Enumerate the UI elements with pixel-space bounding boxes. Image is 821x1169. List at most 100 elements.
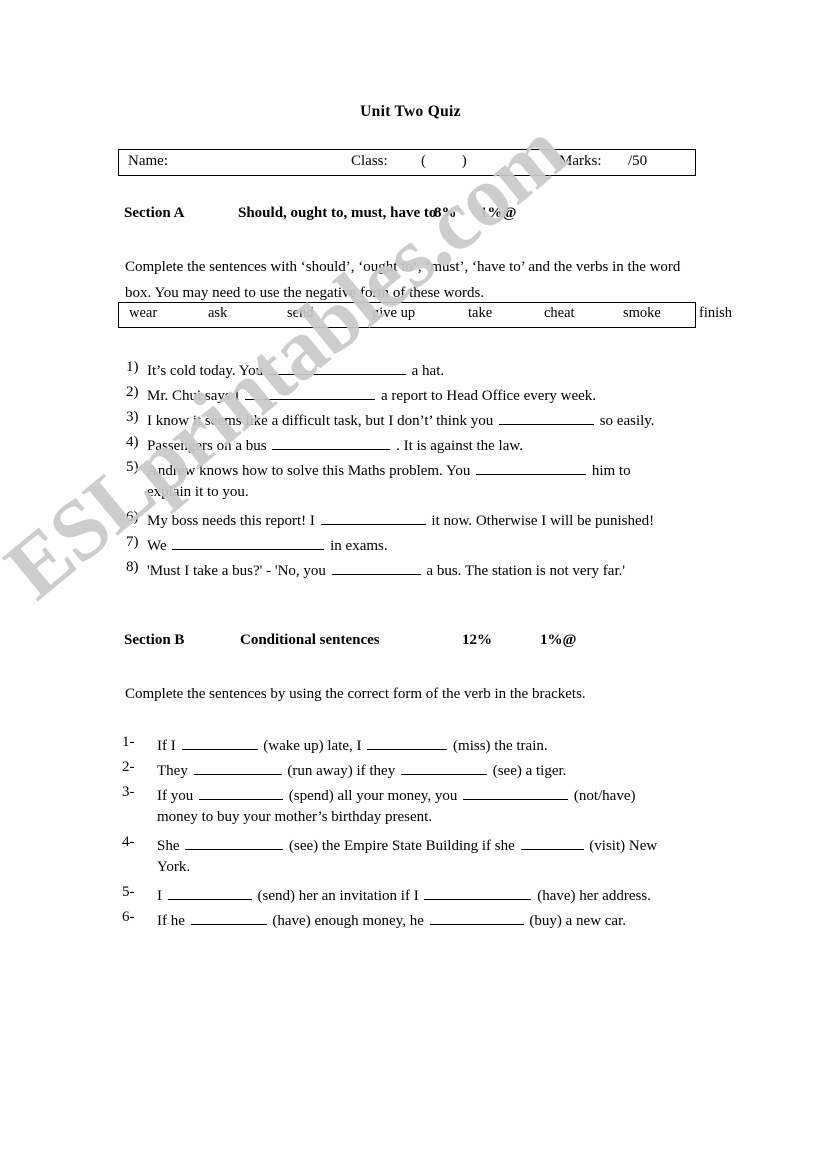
question-text-fragment: (have) her address. (533, 888, 651, 904)
question-text-fragment: money to buy your mother’s birthday pres… (157, 809, 433, 825)
answer-blank[interactable] (268, 359, 406, 375)
marks-label: Marks: (559, 153, 602, 169)
question-text: Mr. Chui says I a report to Head Office … (147, 384, 596, 405)
question-text: Passengers on a bus . It is against the … (147, 434, 523, 455)
word-bank-item: take (468, 305, 493, 321)
question-text-fragment: They (157, 763, 192, 779)
word-bank-item: smoke (623, 305, 661, 321)
class-parentheses: ( ) (421, 153, 483, 169)
answer-blank[interactable] (167, 884, 252, 900)
answer-blank[interactable] (185, 834, 284, 850)
question-number: 4- (122, 834, 135, 850)
question-text-fragment: (spend) all your money, you (285, 788, 462, 804)
question-text: 'Must I take a bus?' - 'No, you a bus. T… (147, 559, 625, 580)
word-bank-item: send (287, 305, 314, 321)
question-text-fragment: (visit) New (585, 838, 658, 854)
answer-blank[interactable] (498, 409, 594, 425)
answer-blank[interactable] (367, 734, 448, 750)
word-bank-item: ask (208, 305, 228, 321)
question-text-fragment: (have) enough money, he (268, 913, 428, 929)
question-text: money to buy your mother’s birthday pres… (157, 809, 432, 826)
section-a-per-item: 1%@ (480, 205, 517, 221)
section-b-marks: 12% (462, 632, 492, 648)
word-bank-item: finish (699, 305, 733, 321)
page-title: Unit Two Quiz (360, 103, 461, 120)
answer-blank[interactable] (331, 559, 421, 575)
question-text-fragment: My boss needs this report! I (147, 513, 319, 529)
question-text-fragment: it now. Otherwise I will be punished! (427, 513, 655, 529)
word-bank-item: give up (372, 305, 416, 321)
question-text: We in exams. (147, 534, 388, 555)
question-number: 6- (122, 909, 135, 925)
word-bank-item: cheat (544, 305, 575, 321)
question-text: If he (have) enough money, he (buy) a ne… (157, 909, 626, 930)
question-text-fragment: Passengers on a bus (147, 438, 271, 454)
question-text-fragment: It’s cold today. You (147, 363, 267, 379)
question-text-fragment: (miss) the train. (449, 738, 548, 754)
section-a-name: Section A (124, 205, 185, 221)
question-text-fragment: (see) the Empire State Building if she (285, 838, 519, 854)
word-bank-item: wear (129, 305, 158, 321)
answer-blank[interactable] (520, 834, 584, 850)
question-text-fragment: a bus. The station is not very far.' (422, 563, 626, 579)
question-text-fragment: Mr. Chui says I (147, 388, 244, 404)
answer-blank[interactable] (245, 384, 376, 400)
question-text-fragment: She (157, 838, 184, 854)
section-a-topic: Should, ought to, must, have to (238, 205, 437, 221)
question-text: If you (spend) all your money, you (not/… (157, 784, 635, 805)
question-number: 1- (122, 734, 135, 750)
marks-total: /50 (628, 153, 648, 169)
word-bank-box: wear ask send give up take cheat smoke finish (118, 302, 732, 328)
question-number: 3- (122, 784, 135, 800)
question-text: If I (wake up) late, I (miss) the train. (157, 734, 548, 755)
question-text-fragment: a hat. (407, 363, 445, 379)
question-text-fragment: so easily. (595, 413, 655, 429)
question-text-fragment: him to (588, 463, 631, 479)
answer-blank[interactable] (190, 909, 267, 925)
question-text-fragment: a report to Head Office every week. (377, 388, 597, 404)
student-info-box: Name: Class: ( ) Marks: /50 (118, 149, 696, 176)
question-number: 5- (122, 884, 135, 900)
answer-blank[interactable] (181, 734, 258, 750)
answer-blank[interactable] (272, 434, 391, 450)
section-b-name: Section B (124, 632, 185, 648)
section-a-marks: 8% (434, 205, 457, 221)
question-text: York. (157, 859, 190, 876)
question-text: Andrew knows how to solve this Maths pro… (147, 459, 631, 480)
question-text: She (see) the Empire State Building if s… (157, 834, 657, 855)
answer-blank[interactable] (463, 784, 569, 800)
question-text-fragment: York. (157, 859, 191, 875)
question-text-fragment: I know it seems like a difficult task, b… (147, 413, 497, 429)
name-label: Name: (128, 153, 168, 169)
question-number: 2- (122, 759, 135, 775)
question-text-fragment: (not/have) (570, 788, 636, 804)
answer-blank[interactable] (199, 784, 283, 800)
question-text-fragment: Andrew knows how to solve this Maths pro… (147, 463, 475, 479)
question-text-fragment: (send) her an invitation if I (253, 888, 423, 904)
answer-blank[interactable] (424, 884, 532, 900)
answer-blank[interactable] (193, 759, 282, 775)
question-text-fragment: (run away) if they (283, 763, 399, 779)
answer-blank[interactable] (400, 759, 487, 775)
class-label: Class: (351, 153, 388, 169)
question-text-fragment: in exams. (326, 538, 388, 554)
question-text-fragment: . It is against the law. (392, 438, 523, 454)
question-text-fragment: If you (157, 788, 197, 804)
question-text-fragment: explain it to you. (147, 484, 249, 500)
question-text: They (run away) if they (see) a tiger. (157, 759, 566, 780)
answer-blank[interactable] (172, 534, 325, 550)
answer-blank[interactable] (476, 459, 587, 475)
question-text-fragment: If I (157, 738, 180, 754)
answer-blank[interactable] (429, 909, 524, 925)
question-text-fragment: 'Must I take a bus?' - 'No, you (147, 563, 330, 579)
question-text-fragment: If he (157, 913, 189, 929)
worksheet-page: Unit Two Quiz Name: Class: ( ) Marks: /5… (0, 0, 821, 1169)
question-text-fragment: (buy) a new car. (525, 913, 627, 929)
section-b-per-item: 1%@ (540, 632, 577, 648)
answer-blank[interactable] (320, 509, 426, 525)
question-text-fragment: I (157, 888, 166, 904)
section-a-heading: Section A Should, ought to, must, have to… (124, 205, 516, 222)
section-b-instructions: Complete the sentences by using the corr… (125, 686, 586, 702)
section-b-heading: Section B Conditional sentences 12% 1%@ (124, 632, 576, 649)
section-a-instructions: Complete the sentences with ‘should’, ‘o… (125, 259, 681, 301)
